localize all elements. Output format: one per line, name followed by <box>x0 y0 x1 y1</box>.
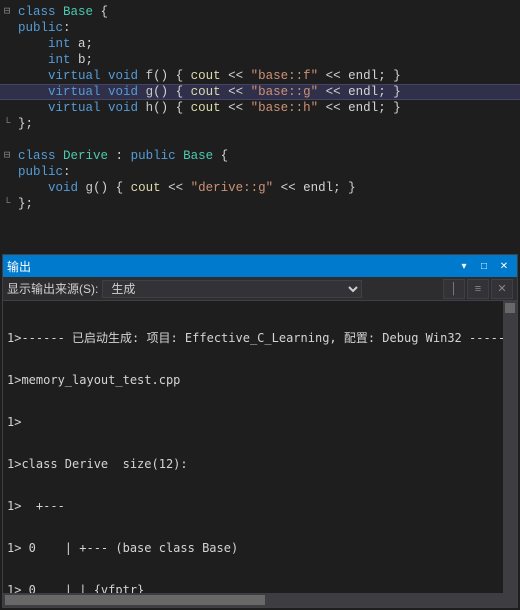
code-line: }; <box>14 196 33 212</box>
fold-icon[interactable]: ⊟ <box>0 148 14 164</box>
maximize-icon[interactable]: □ <box>475 258 493 274</box>
fold-end-icon: └ <box>0 196 14 212</box>
output-panel: 输出 ▾ □ ✕ 显示输出来源(S): 生成 │ ≡ ✕ 1>------ 已启… <box>2 254 518 608</box>
output-line: 1>class Derive size(12): <box>7 457 513 471</box>
output-line: 1> 0 | +--- (base class Base) <box>7 541 513 555</box>
code-line: public: <box>14 164 71 180</box>
output-titlebar[interactable]: 输出 ▾ □ ✕ <box>3 255 517 277</box>
code-line: class Base { <box>14 4 108 20</box>
code-editor[interactable]: ⊟class Base { public: int a; int b; virt… <box>0 0 520 248</box>
output-line: 1> +--- <box>7 499 513 513</box>
output-title-text: 输出 <box>7 258 453 275</box>
output-source-select[interactable]: 生成 <box>102 280 362 298</box>
dropdown-icon[interactable]: ▾ <box>455 258 473 274</box>
code-line: int a; <box>14 36 93 52</box>
output-line: 1> <box>7 415 513 429</box>
output-body[interactable]: 1>------ 已启动生成: 项目: Effective_C_Learning… <box>3 301 517 607</box>
code-line: class Derive : public Base { <box>14 148 228 164</box>
code-line: public: <box>14 20 71 36</box>
close-icon[interactable]: ✕ <box>495 258 513 274</box>
output-source-label: 显示输出来源(S): <box>7 280 98 297</box>
code-line: void g() { cout << "derive::g" << endl; … <box>14 180 356 196</box>
scrollbar-horizontal[interactable] <box>3 593 503 607</box>
fold-end-icon: └ <box>0 116 14 132</box>
code-line: int b; <box>14 52 93 68</box>
output-line: 1>memory_layout_test.cpp <box>7 373 513 387</box>
code-line: virtual void f() { cout << "base::f" << … <box>14 68 401 84</box>
toolbar-sep-icon: │ <box>443 279 465 299</box>
code-line: virtual void h() { cout << "base::h" << … <box>14 100 401 116</box>
clear-icon[interactable]: ✕ <box>491 279 513 299</box>
scrollbar-vertical[interactable] <box>503 301 517 607</box>
fold-icon[interactable]: ⊟ <box>0 4 14 20</box>
code-line-current: virtual void g() { cout << "base::g" << … <box>14 84 401 100</box>
output-line: 1>------ 已启动生成: 项目: Effective_C_Learning… <box>7 331 513 345</box>
code-line: }; <box>14 116 33 132</box>
goto-prev-icon[interactable]: ≡ <box>467 279 489 299</box>
output-toolbar: 显示输出来源(S): 生成 │ ≡ ✕ <box>3 277 517 301</box>
